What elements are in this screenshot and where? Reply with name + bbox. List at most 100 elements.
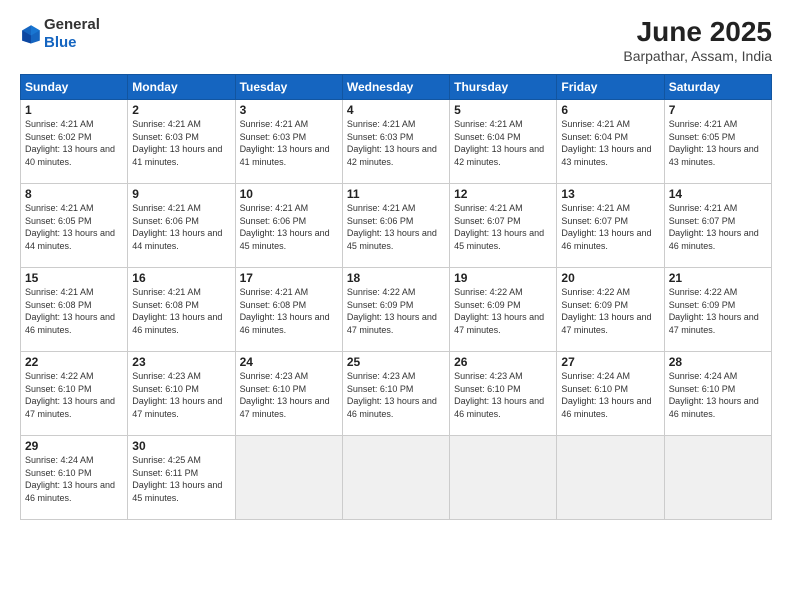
- col-thursday: Thursday: [450, 75, 557, 100]
- table-row: 25 Sunrise: 4:23 AMSunset: 6:10 PMDayligh…: [342, 352, 449, 436]
- header: General Blue June 2025 Barpathar, Assam,…: [20, 16, 772, 64]
- day-detail: Sunrise: 4:21 AMSunset: 6:08 PMDaylight:…: [132, 287, 222, 335]
- day-detail: Sunrise: 4:21 AMSunset: 6:03 PMDaylight:…: [132, 119, 222, 167]
- col-sunday: Sunday: [21, 75, 128, 100]
- day-detail: Sunrise: 4:23 AMSunset: 6:10 PMDaylight:…: [454, 371, 544, 419]
- day-number: 14: [669, 187, 767, 201]
- table-row: 10Sunrise: 4:21 AMSunset: 6:06 PMDayligh…: [235, 184, 342, 268]
- table-row: 14Sunrise: 4:21 AMSunset: 6:07 PMDayligh…: [664, 184, 771, 268]
- day-detail: Sunrise: 4:24 AMSunset: 6:10 PMDaylight:…: [25, 455, 115, 503]
- day-number: 25: [347, 355, 445, 369]
- calendar-header: Sunday Monday Tuesday Wednesday Thursday…: [21, 75, 772, 100]
- day-detail: Sunrise: 4:23 AMSunset: 6:10 PMDaylight:…: [347, 371, 437, 419]
- table-row: 4 Sunrise: 4:21 AMSunset: 6:03 PMDaylight…: [342, 100, 449, 184]
- day-detail: Sunrise: 4:21 AMSunset: 6:02 PMDaylight:…: [25, 119, 115, 167]
- month-title: June 2025: [623, 16, 772, 48]
- day-detail: Sunrise: 4:22 AMSunset: 6:09 PMDaylight:…: [561, 287, 651, 335]
- table-row: 29 Sunrise: 4:24 AMSunset: 6:10 PMDayligh…: [21, 436, 128, 520]
- day-detail: Sunrise: 4:22 AMSunset: 6:10 PMDaylight:…: [25, 371, 115, 419]
- day-number: 1: [25, 103, 123, 117]
- day-number: 4: [347, 103, 445, 117]
- table-row: 27 Sunrise: 4:24 AMSunset: 6:10 PMDayligh…: [557, 352, 664, 436]
- table-row: 18 Sunrise: 4:22 AMSunset: 6:09 PMDayligh…: [342, 268, 449, 352]
- table-row: 17 Sunrise: 4:21 AMSunset: 6:08 PMDayligh…: [235, 268, 342, 352]
- day-detail: Sunrise: 4:21 AMSunset: 6:06 PMDaylight:…: [240, 203, 330, 251]
- table-row: 15 Sunrise: 4:21 AMSunset: 6:08 PMDayligh…: [21, 268, 128, 352]
- day-detail: Sunrise: 4:22 AMSunset: 6:09 PMDaylight:…: [669, 287, 759, 335]
- day-number: 26: [454, 355, 552, 369]
- logo-blue: Blue: [44, 34, 77, 51]
- week-row-5: 29 Sunrise: 4:24 AMSunset: 6:10 PMDayligh…: [21, 436, 772, 520]
- table-row: 23Sunrise: 4:23 AMSunset: 6:10 PMDayligh…: [128, 352, 235, 436]
- header-row: Sunday Monday Tuesday Wednesday Thursday…: [21, 75, 772, 100]
- day-number: 27: [561, 355, 659, 369]
- table-row: [450, 436, 557, 520]
- day-number: 18: [347, 271, 445, 285]
- table-row: [664, 436, 771, 520]
- day-detail: Sunrise: 4:21 AMSunset: 6:06 PMDaylight:…: [132, 203, 222, 251]
- day-number: 28: [669, 355, 767, 369]
- day-detail: Sunrise: 4:21 AMSunset: 6:04 PMDaylight:…: [454, 119, 544, 167]
- table-row: 3 Sunrise: 4:21 AMSunset: 6:03 PMDaylight…: [235, 100, 342, 184]
- location: Barpathar, Assam, India: [623, 48, 772, 64]
- day-detail: Sunrise: 4:21 AMSunset: 6:03 PMDaylight:…: [347, 119, 437, 167]
- day-detail: Sunrise: 4:21 AMSunset: 6:07 PMDaylight:…: [561, 203, 651, 251]
- day-detail: Sunrise: 4:21 AMSunset: 6:05 PMDaylight:…: [25, 203, 115, 251]
- day-detail: Sunrise: 4:23 AMSunset: 6:10 PMDaylight:…: [240, 371, 330, 419]
- logo: General Blue: [20, 16, 100, 52]
- page: General Blue June 2025 Barpathar, Assam,…: [0, 0, 792, 612]
- day-detail: Sunrise: 4:22 AMSunset: 6:09 PMDaylight:…: [454, 287, 544, 335]
- table-row: 9 Sunrise: 4:21 AMSunset: 6:06 PMDaylight…: [128, 184, 235, 268]
- day-number: 22: [25, 355, 123, 369]
- day-number: 30: [132, 439, 230, 453]
- day-number: 24: [240, 355, 338, 369]
- day-number: 3: [240, 103, 338, 117]
- day-detail: Sunrise: 4:21 AMSunset: 6:03 PMDaylight:…: [240, 119, 330, 167]
- table-row: [342, 436, 449, 520]
- table-row: 8 Sunrise: 4:21 AMSunset: 6:05 PMDaylight…: [21, 184, 128, 268]
- day-number: 6: [561, 103, 659, 117]
- table-row: 2 Sunrise: 4:21 AMSunset: 6:03 PMDaylight…: [128, 100, 235, 184]
- table-row: 19Sunrise: 4:22 AMSunset: 6:09 PMDayligh…: [450, 268, 557, 352]
- day-number: 21: [669, 271, 767, 285]
- logo-general: General: [44, 16, 100, 33]
- table-row: 13 Sunrise: 4:21 AMSunset: 6:07 PMDayligh…: [557, 184, 664, 268]
- day-number: 17: [240, 271, 338, 285]
- day-number: 23: [132, 355, 230, 369]
- day-detail: Sunrise: 4:21 AMSunset: 6:05 PMDaylight:…: [669, 119, 759, 167]
- day-number: 11: [347, 187, 445, 201]
- day-detail: Sunrise: 4:21 AMSunset: 6:08 PMDaylight:…: [25, 287, 115, 335]
- calendar-table: Sunday Monday Tuesday Wednesday Thursday…: [20, 74, 772, 520]
- table-row: [235, 436, 342, 520]
- col-monday: Monday: [128, 75, 235, 100]
- logo-text: General Blue: [44, 16, 100, 52]
- day-number: 8: [25, 187, 123, 201]
- table-row: 26 Sunrise: 4:23 AMSunset: 6:10 PMDayligh…: [450, 352, 557, 436]
- table-row: 12Sunrise: 4:21 AMSunset: 6:07 PMDayligh…: [450, 184, 557, 268]
- table-row: 22 Sunrise: 4:22 AMSunset: 6:10 PMDayligh…: [21, 352, 128, 436]
- day-number: 2: [132, 103, 230, 117]
- col-tuesday: Tuesday: [235, 75, 342, 100]
- col-saturday: Saturday: [664, 75, 771, 100]
- day-number: 13: [561, 187, 659, 201]
- day-number: 9: [132, 187, 230, 201]
- calendar-body: 1 Sunrise: 4:21 AMSunset: 6:02 PMDaylight…: [21, 100, 772, 520]
- day-number: 15: [25, 271, 123, 285]
- day-detail: Sunrise: 4:22 AMSunset: 6:09 PMDaylight:…: [347, 287, 437, 335]
- day-number: 7: [669, 103, 767, 117]
- week-row-3: 15 Sunrise: 4:21 AMSunset: 6:08 PMDayligh…: [21, 268, 772, 352]
- table-row: 7 Sunrise: 4:21 AMSunset: 6:05 PMDaylight…: [664, 100, 771, 184]
- table-row: 11 Sunrise: 4:21 AMSunset: 6:06 PMDayligh…: [342, 184, 449, 268]
- day-detail: Sunrise: 4:21 AMSunset: 6:06 PMDaylight:…: [347, 203, 437, 251]
- table-row: 16Sunrise: 4:21 AMSunset: 6:08 PMDayligh…: [128, 268, 235, 352]
- table-row: 6Sunrise: 4:21 AMSunset: 6:04 PMDaylight…: [557, 100, 664, 184]
- day-number: 29: [25, 439, 123, 453]
- table-row: 5 Sunrise: 4:21 AMSunset: 6:04 PMDaylight…: [450, 100, 557, 184]
- day-detail: Sunrise: 4:24 AMSunset: 6:10 PMDaylight:…: [561, 371, 651, 419]
- day-detail: Sunrise: 4:21 AMSunset: 6:08 PMDaylight:…: [240, 287, 330, 335]
- table-row: 20Sunrise: 4:22 AMSunset: 6:09 PMDayligh…: [557, 268, 664, 352]
- week-row-4: 22 Sunrise: 4:22 AMSunset: 6:10 PMDayligh…: [21, 352, 772, 436]
- table-row: 28Sunrise: 4:24 AMSunset: 6:10 PMDayligh…: [664, 352, 771, 436]
- week-row-2: 8 Sunrise: 4:21 AMSunset: 6:05 PMDaylight…: [21, 184, 772, 268]
- day-number: 5: [454, 103, 552, 117]
